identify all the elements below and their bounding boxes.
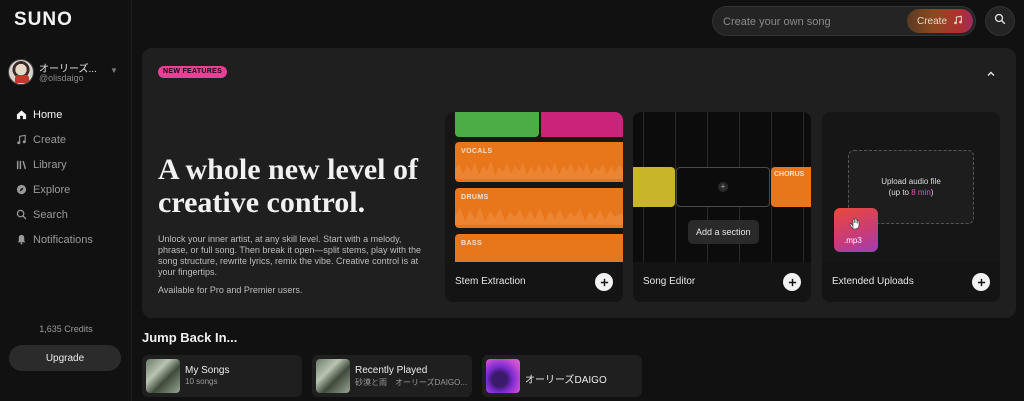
plus-icon xyxy=(788,275,797,290)
nav-item-create[interactable]: Create xyxy=(0,127,132,152)
extended-uploads-add-button[interactable] xyxy=(972,273,990,291)
add-section-button[interactable]: Add a section xyxy=(688,220,759,244)
stem-track-label: DRUMS xyxy=(461,194,489,201)
nav-label: Create xyxy=(33,133,67,146)
tile-subtitle: 10 songs xyxy=(185,377,218,386)
search-button[interactable] xyxy=(985,6,1015,36)
tile-title: Recently Played xyxy=(355,365,428,376)
create-song-input[interactable] xyxy=(723,13,903,31)
upload-title: Upload audio file xyxy=(881,177,941,186)
tile-thumbnail xyxy=(486,359,520,393)
card-footer: Song Editor xyxy=(633,262,811,302)
stem-extraction-art: VOCALS DRUMS BASS xyxy=(445,112,623,274)
plus-icon: + xyxy=(718,182,728,192)
music-note-icon xyxy=(953,15,963,28)
search-icon xyxy=(994,12,1006,30)
nav-label: Search xyxy=(33,208,68,221)
upload-subtitle: (up to 8 min) xyxy=(888,188,934,197)
waveform-icon xyxy=(455,207,623,225)
nav-item-explore[interactable]: Explore xyxy=(0,177,132,202)
tile-title: オーリーズDAIGO xyxy=(525,375,607,386)
tile-subtitle: 砂漠と雨 オーリーズDAIGO... xyxy=(355,378,467,387)
stem-track-label: BASS xyxy=(461,240,483,247)
new-features-badge: NEW FEATURES xyxy=(158,66,228,78)
chevron-up-icon xyxy=(986,66,996,83)
chevron-down-icon: ▼ xyxy=(110,66,118,75)
upgrade-button[interactable]: Upgrade xyxy=(9,345,121,371)
jump-tile-recently-played[interactable]: Recently Played 砂漠と雨 オーリーズDAIGO... xyxy=(312,355,472,397)
banner-description: Unlock your inner artist, at any skill l… xyxy=(158,234,421,277)
card-footer: Extended Uploads xyxy=(822,262,1000,302)
editor-section-chorus: CHORUS xyxy=(771,167,811,207)
nav-item-home[interactable]: Home xyxy=(0,102,132,127)
tile-thumbnail xyxy=(146,359,180,393)
compass-icon xyxy=(15,184,27,196)
nav-item-notifications[interactable]: Notifications xyxy=(0,227,132,252)
stem-track-green xyxy=(455,112,539,137)
waveform-icon xyxy=(455,161,623,179)
card-label: Stem Extraction xyxy=(455,276,526,287)
create-button[interactable]: Create xyxy=(907,9,973,33)
new-features-banner: NEW FEATURES A whole new level of creati… xyxy=(142,48,1016,318)
profile-menu[interactable]: オーリーズ... @olisdaigo ▼ xyxy=(8,59,124,87)
tile-title: My Songs xyxy=(185,365,230,376)
library-icon xyxy=(15,159,27,171)
song-editor-add-button[interactable] xyxy=(783,273,801,291)
stem-track-vocals: VOCALS xyxy=(455,142,623,182)
nav-label: Library xyxy=(33,158,67,171)
banner-headline: A whole new level of creative control. xyxy=(158,153,418,219)
jump-tile-my-songs[interactable]: My Songs 10 songs xyxy=(142,355,302,397)
main-nav: Home Create Library Explore Search Notif… xyxy=(0,102,132,252)
avatar xyxy=(8,59,34,85)
nav-label: Notifications xyxy=(33,233,93,246)
banner-availability: Available for Pro and Premier users. xyxy=(158,285,303,295)
nav-label: Explore xyxy=(33,183,71,196)
extended-uploads-card[interactable]: Upload audio file (up to 8 min) .mp3 Ext… xyxy=(822,112,1000,302)
home-icon xyxy=(15,109,27,121)
suno-logo[interactable]: SUNO xyxy=(14,9,73,31)
bell-icon xyxy=(15,234,27,246)
sidebar: SUNO オーリーズ... @olisdaigo ▼ Home Create L… xyxy=(0,0,132,401)
nav-item-search[interactable]: Search xyxy=(0,202,132,227)
chorus-label: CHORUS xyxy=(774,171,805,178)
card-footer: Stem Extraction xyxy=(445,262,623,302)
card-label: Extended Uploads xyxy=(832,276,914,287)
editor-empty-section: + xyxy=(676,167,770,207)
stem-track-pink xyxy=(541,112,623,137)
search-icon xyxy=(15,209,27,221)
plus-icon xyxy=(600,275,609,290)
suno-app: SUNO オーリーズ... @olisdaigo ▼ Home Create L… xyxy=(0,0,1024,401)
plus-icon xyxy=(977,275,986,290)
music-note-icon xyxy=(15,134,27,146)
create-song-bar: Create xyxy=(712,6,976,36)
stem-extraction-add-button[interactable] xyxy=(595,273,613,291)
create-button-label: Create xyxy=(916,15,947,27)
hand-cursor-icon xyxy=(848,216,862,230)
jump-tile-artist[interactable]: オーリーズDAIGO xyxy=(482,355,642,397)
song-editor-art: + CHORUS Add a section xyxy=(633,112,811,262)
stem-track-drums: DRUMS xyxy=(455,188,623,228)
collapse-button[interactable] xyxy=(986,66,998,78)
credits-count: 1,635 Credits xyxy=(39,324,93,334)
stem-track-label: VOCALS xyxy=(461,148,493,155)
jump-back-in-title: Jump Back In... xyxy=(142,330,238,345)
tile-thumbnail xyxy=(316,359,350,393)
mp3-file-tile: .mp3 xyxy=(834,208,878,252)
editor-section-yellow xyxy=(633,167,675,207)
nav-label: Home xyxy=(33,108,63,121)
nav-item-library[interactable]: Library xyxy=(0,152,132,177)
profile-handle: @olisdaigo xyxy=(39,73,84,83)
song-editor-card[interactable]: + CHORUS Add a section Song Editor xyxy=(633,112,811,302)
card-label: Song Editor xyxy=(643,276,696,287)
file-extension-label: .mp3 xyxy=(844,236,862,245)
stem-extraction-card[interactable]: VOCALS DRUMS BASS Stem Extraction xyxy=(445,112,623,302)
extended-uploads-art: Upload audio file (up to 8 min) .mp3 xyxy=(822,112,1000,262)
